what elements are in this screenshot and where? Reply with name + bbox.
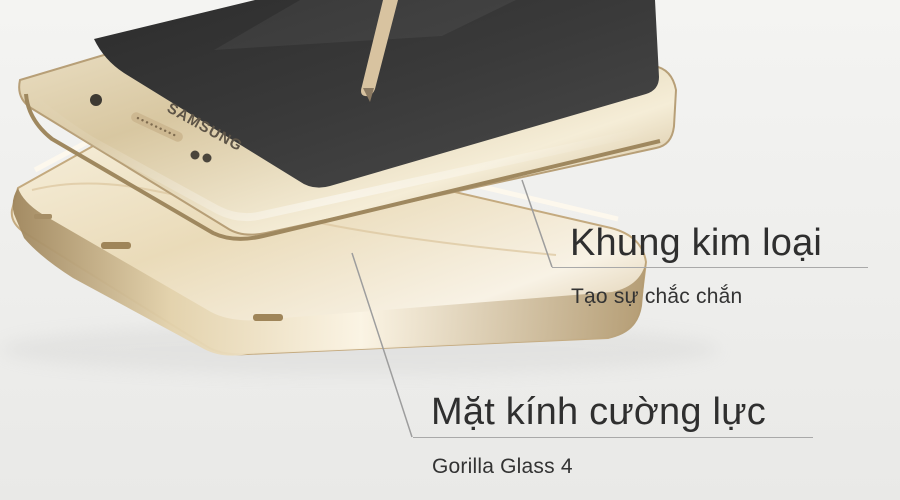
- front-camera-icon: [90, 94, 102, 106]
- glass-callout-subtitle: Gorilla Glass 4: [432, 455, 573, 478]
- lower-phone-button: [34, 214, 52, 219]
- earpiece-grille: [131, 112, 183, 142]
- glass-callout-title: Mặt kính cường lực: [431, 391, 766, 433]
- frame-callout-title: Khung kim loại: [570, 222, 823, 264]
- lower-phone-port-2: [253, 314, 283, 321]
- lower-phone-port: [101, 242, 131, 249]
- sensor-dot-right: [202, 153, 212, 163]
- upper-phone-frame: [18, 11, 678, 236]
- glass-callout-underline: [413, 437, 813, 438]
- frame-callout-subtitle: Tạo sự chắc chắn: [571, 285, 743, 308]
- screen-reflection: [214, 0, 516, 50]
- upper-phone-side-shine: [29, 94, 651, 222]
- lower-phone-inner-curve: [31, 182, 557, 256]
- stylus-tip: [363, 88, 374, 102]
- product-hero-scene: SAMSUNG Khung kim loại Tạo sự chắc chắn …: [0, 0, 900, 500]
- lower-phone-edge-highlight: [33, 109, 619, 222]
- lower-phone-back-body: [10, 123, 648, 356]
- sensor-dot-left: [190, 150, 200, 160]
- upper-phone-bottom-edge: [24, 93, 661, 241]
- stylus-pen: [361, 0, 398, 97]
- phone-shadow: [0, 323, 720, 375]
- upper-phone-screen: [94, 0, 659, 188]
- frame-callout-underline: [552, 267, 868, 268]
- samsung-logo: SAMSUNG: [164, 100, 245, 155]
- lower-phone-side-band: [12, 188, 646, 356]
